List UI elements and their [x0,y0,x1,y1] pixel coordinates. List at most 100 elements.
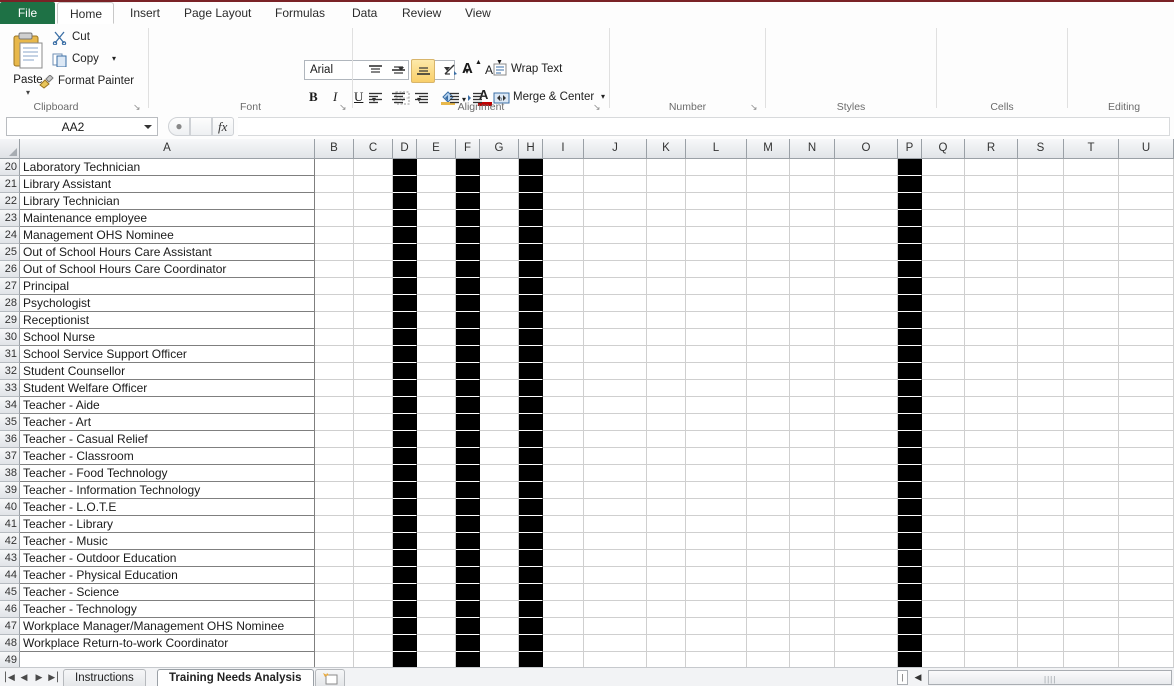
cell-M28[interactable] [747,295,790,312]
cell-D46[interactable] [393,601,417,618]
cell-O30[interactable] [835,329,898,346]
cell-G28[interactable] [480,295,519,312]
cell-G23[interactable] [480,210,519,227]
cell-J37[interactable] [584,448,647,465]
cell-M34[interactable] [747,397,790,414]
cell-E28[interactable] [417,295,456,312]
cell-R20[interactable] [965,159,1018,176]
cell-H35[interactable] [519,414,543,431]
cell-Q38[interactable] [922,465,965,482]
cell-J36[interactable] [584,431,647,448]
cell-R41[interactable] [965,516,1018,533]
cell-D42[interactable] [393,533,417,550]
cell-N43[interactable] [790,550,835,567]
cell-S27[interactable] [1018,278,1064,295]
cell-U32[interactable] [1119,363,1174,380]
cell-L34[interactable] [686,397,747,414]
cell-A38[interactable]: Teacher - Food Technology [20,465,315,482]
cell-R23[interactable] [965,210,1018,227]
nav-next-sheet-button[interactable]: ▶ [32,670,46,685]
cell-R22[interactable] [965,193,1018,210]
cell-H27[interactable] [519,278,543,295]
cell-G37[interactable] [480,448,519,465]
cell-C49[interactable] [354,652,393,667]
cell-E41[interactable] [417,516,456,533]
cell-O27[interactable] [835,278,898,295]
cell-J31[interactable] [584,346,647,363]
font-dialog-launcher-icon[interactable]: ↘ [339,103,348,112]
cell-A22[interactable]: Library Technician [20,193,315,210]
cell-F32[interactable] [456,363,480,380]
cell-O41[interactable] [835,516,898,533]
cell-J24[interactable] [584,227,647,244]
cell-F30[interactable] [456,329,480,346]
cell-Q37[interactable] [922,448,965,465]
cell-U21[interactable] [1119,176,1174,193]
cell-A26[interactable]: Out of School Hours Care Coordinator [20,261,315,278]
cell-E21[interactable] [417,176,456,193]
cell-S46[interactable] [1018,601,1064,618]
cell-R32[interactable] [965,363,1018,380]
cell-M49[interactable] [747,652,790,667]
row-header-43[interactable]: 43 [0,550,20,567]
cell-A39[interactable]: Teacher - Information Technology [20,482,315,499]
cell-K30[interactable] [647,329,686,346]
cell-P22[interactable] [898,193,922,210]
cell-K39[interactable] [647,482,686,499]
cell-O47[interactable] [835,618,898,635]
row-header-20[interactable]: 20 [0,159,20,176]
cell-A21[interactable]: Library Assistant [20,176,315,193]
cell-F46[interactable] [456,601,480,618]
cell-J34[interactable] [584,397,647,414]
format-painter-button[interactable]: Format Painter [38,73,146,91]
nav-first-sheet-button[interactable]: ⎮◀ [2,670,16,685]
cell-R37[interactable] [965,448,1018,465]
cell-M32[interactable] [747,363,790,380]
cell-D20[interactable] [393,159,417,176]
cell-K33[interactable] [647,380,686,397]
cell-O29[interactable] [835,312,898,329]
cell-F49[interactable] [456,652,480,667]
cell-B49[interactable] [315,652,354,667]
cell-D22[interactable] [393,193,417,210]
cell-E23[interactable] [417,210,456,227]
cell-S33[interactable] [1018,380,1064,397]
cell-F45[interactable] [456,584,480,601]
cell-I20[interactable] [543,159,584,176]
cell-M22[interactable] [747,193,790,210]
cell-N41[interactable] [790,516,835,533]
cell-M48[interactable] [747,635,790,652]
column-header-l[interactable]: L [686,139,747,159]
cell-H44[interactable] [519,567,543,584]
cell-H36[interactable] [519,431,543,448]
cell-Q48[interactable] [922,635,965,652]
cell-S36[interactable] [1018,431,1064,448]
cell-I47[interactable] [543,618,584,635]
cell-M20[interactable] [747,159,790,176]
cell-N32[interactable] [790,363,835,380]
cell-C36[interactable] [354,431,393,448]
cell-H31[interactable] [519,346,543,363]
column-header-g[interactable]: G [480,139,519,159]
cell-A29[interactable]: Receptionist [20,312,315,329]
cell-S31[interactable] [1018,346,1064,363]
cell-T28[interactable] [1064,295,1119,312]
cell-R28[interactable] [965,295,1018,312]
cell-Q22[interactable] [922,193,965,210]
cell-J21[interactable] [584,176,647,193]
cell-U20[interactable] [1119,159,1174,176]
cell-O39[interactable] [835,482,898,499]
cell-M46[interactable] [747,601,790,618]
cell-L40[interactable] [686,499,747,516]
orientation-button[interactable] [441,60,463,80]
cell-H37[interactable] [519,448,543,465]
cell-K37[interactable] [647,448,686,465]
column-header-r[interactable]: R [965,139,1018,159]
cell-T30[interactable] [1064,329,1119,346]
cell-U40[interactable] [1119,499,1174,516]
cell-U31[interactable] [1119,346,1174,363]
cell-A46[interactable]: Teacher - Technology [20,601,315,618]
row-header-45[interactable]: 45 [0,584,20,601]
cell-D49[interactable] [393,652,417,667]
split-handle[interactable]: | [897,670,908,685]
